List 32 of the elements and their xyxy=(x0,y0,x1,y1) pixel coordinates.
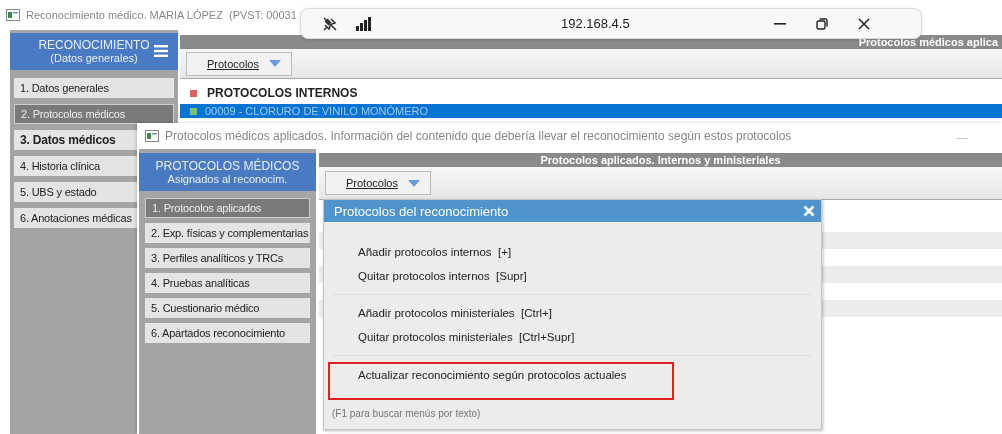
protocolos-dropdown[interactable]: Protocolos xyxy=(325,171,431,195)
sidebar-item[interactable]: 3. Perfiles analíticos y TRCs xyxy=(145,248,310,268)
menu-item[interactable]: Añadir protocolos internos [+] xyxy=(332,240,811,264)
row-label: 00009 - CLORURO DE VINILO MONÓMERO xyxy=(205,105,429,117)
window-icon xyxy=(6,9,20,21)
section-marker xyxy=(190,89,197,97)
menu-item[interactable]: Quitar protocolos ministeriales [Ctrl+Supr] xyxy=(332,325,811,349)
sidebar-item[interactable]: 1. Protocolos aplicados xyxy=(145,198,310,218)
window-icon xyxy=(145,130,159,142)
sidebar-subtitle: (Datos generales) xyxy=(50,52,138,65)
caret-icon xyxy=(269,60,281,67)
menu-item[interactable]: Añadir protocolos ministeriales [Ctrl+] xyxy=(332,301,811,325)
panel-title: Protocolos médicos aplica xyxy=(857,35,1000,49)
sidebar-item[interactable]: 2. Protocolos médicos xyxy=(14,104,174,124)
window-title: Reconocimiento médico. MARIA LÓPEZ (PVST: 00031 xyxy=(26,9,297,21)
menu-title: Protocolos del reconocimiento xyxy=(334,203,509,219)
panel-title: Protocolos aplicados. Internos y ministeriales xyxy=(319,153,1002,167)
menu-item[interactable]: Actualizar reconocimiento según protocolos actuales xyxy=(328,362,674,400)
menu-hint: (F1 para buscar menús por texto) xyxy=(332,407,482,421)
sidebar-item[interactable]: 1. Datos generales xyxy=(14,78,174,98)
sidebar-title: RECONOCIMIENTO xyxy=(38,38,150,52)
host-address: 192.168.4.5 xyxy=(561,16,631,31)
menu-icon[interactable] xyxy=(154,45,168,57)
section-title: PROTOCOLOS INTERNOS xyxy=(207,86,358,100)
menu-item[interactable]: Quitar protocolos internos [Supr] xyxy=(332,264,811,288)
caret-icon xyxy=(408,179,420,187)
protocolos-dropdown[interactable]: Protocolos xyxy=(186,51,292,76)
sidebar-item[interactable]: 2. Exp. físicas y complementarias xyxy=(145,223,310,243)
sidebar-item[interactable]: 6. Apartados reconocimiento xyxy=(145,323,310,343)
sidebar-item[interactable]: 4. Pruebas analíticas xyxy=(145,273,310,293)
status-marker xyxy=(190,107,197,115)
sidebar-item[interactable]: 5. Cuestionario médico xyxy=(145,298,310,318)
